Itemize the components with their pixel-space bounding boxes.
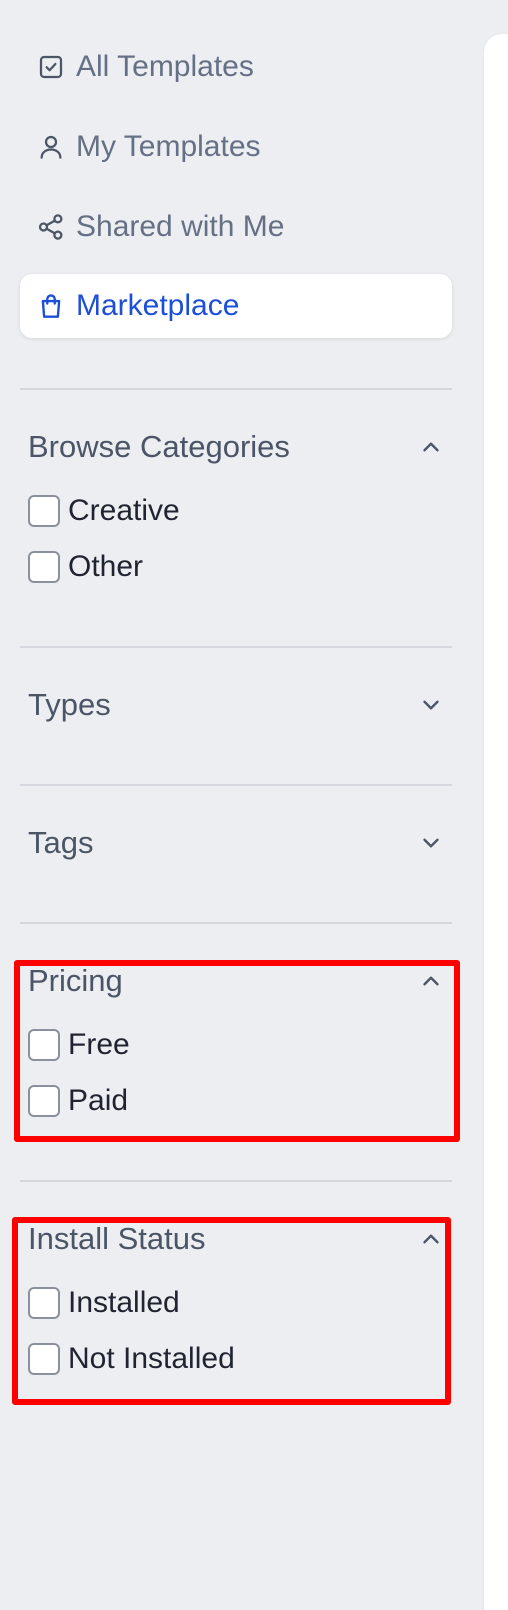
nav-my-templates[interactable]: My Templates: [20, 115, 452, 179]
checkbox-square-icon: [36, 52, 66, 82]
filter-install-status-title: Install Status: [28, 1221, 206, 1256]
filter-option-creative[interactable]: Creative: [28, 491, 180, 531]
nav-shared-with-me[interactable]: Shared with Me: [20, 195, 452, 259]
nav-marketplace[interactable]: Marketplace: [20, 274, 452, 338]
filter-browse-categories-header[interactable]: Browse Categories: [28, 425, 446, 469]
chevron-down-icon: [418, 692, 444, 718]
filter-types-title: Types: [28, 687, 111, 722]
filter-option-paid[interactable]: Paid: [28, 1081, 128, 1121]
checkbox[interactable]: [28, 1029, 60, 1061]
nav-my-templates-label: My Templates: [76, 130, 261, 163]
filter-types-header[interactable]: Types: [28, 683, 446, 727]
filter-option-installed[interactable]: Installed: [28, 1283, 180, 1323]
checkbox[interactable]: [28, 1287, 60, 1319]
checkbox[interactable]: [28, 1343, 60, 1375]
filter-tags-header[interactable]: Tags: [28, 821, 446, 865]
checkbox[interactable]: [28, 495, 60, 527]
shopping-bag-icon: [36, 291, 66, 321]
divider: [20, 784, 452, 786]
sidebar: All Templates My Templates Shared with M…: [0, 0, 470, 1610]
filter-option-label: Creative: [68, 494, 180, 527]
filter-pricing-header[interactable]: Pricing: [28, 959, 446, 1003]
filter-option-not-installed[interactable]: Not Installed: [28, 1339, 235, 1379]
nav-all-templates[interactable]: All Templates: [20, 35, 452, 99]
nav-all-templates-label: All Templates: [76, 50, 254, 83]
divider: [20, 1180, 452, 1182]
chevron-up-icon: [418, 1226, 444, 1252]
app-root: All Templates My Templates Shared with M…: [0, 0, 508, 1610]
filter-pricing-title: Pricing: [28, 963, 123, 998]
filter-option-label: Other: [68, 550, 144, 583]
share-icon: [36, 212, 66, 242]
filter-install-status-header[interactable]: Install Status: [28, 1217, 446, 1261]
main-content-panel: [484, 34, 508, 1610]
chevron-up-icon: [418, 968, 444, 994]
filter-tags-title: Tags: [28, 825, 94, 860]
divider: [20, 388, 452, 390]
nav-marketplace-label: Marketplace: [76, 289, 240, 322]
filter-browse-categories-title: Browse Categories: [28, 429, 290, 464]
user-icon: [36, 132, 66, 162]
filter-option-label: Paid: [68, 1084, 129, 1117]
checkbox[interactable]: [28, 1085, 60, 1117]
chevron-down-icon: [418, 830, 444, 856]
filter-option-other[interactable]: Other: [28, 547, 143, 587]
divider: [20, 922, 452, 924]
chevron-up-icon: [418, 434, 444, 460]
filter-option-label: Not Installed: [68, 1342, 235, 1375]
filter-option-free[interactable]: Free: [28, 1025, 130, 1065]
filter-option-label: Installed: [68, 1286, 180, 1319]
nav-shared-with-me-label: Shared with Me: [76, 210, 285, 243]
checkbox[interactable]: [28, 551, 60, 583]
filter-option-label: Free: [68, 1028, 130, 1061]
divider: [20, 646, 452, 648]
